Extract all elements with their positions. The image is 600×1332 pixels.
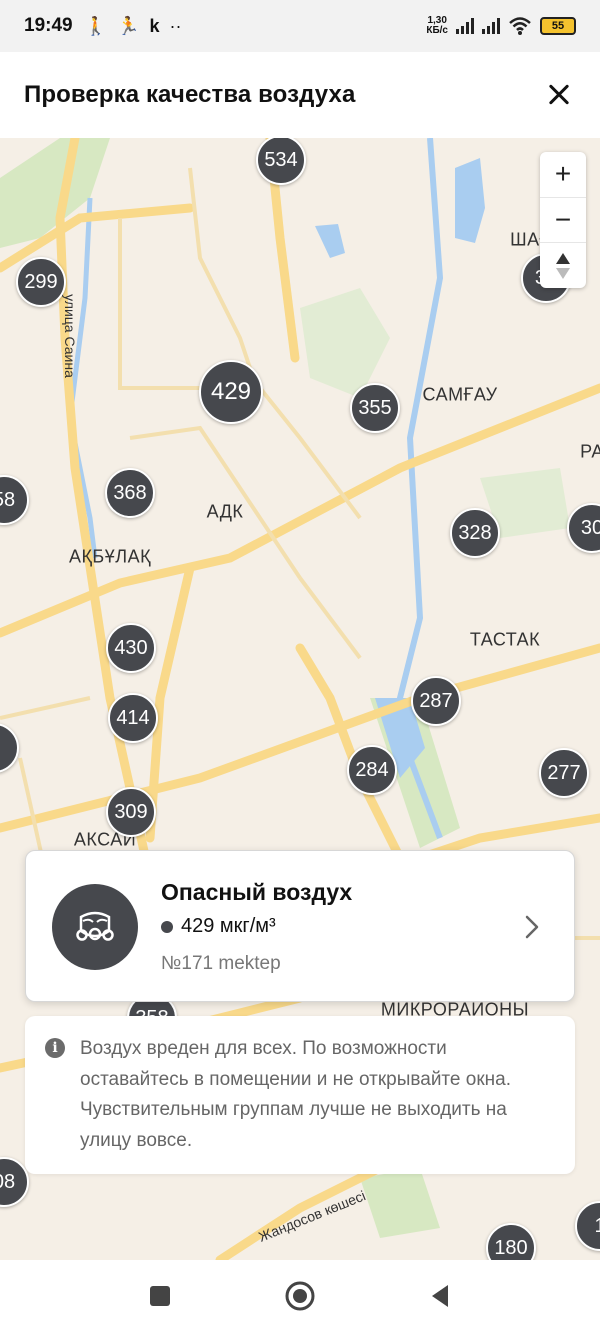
aqi-marker[interactable]: 368 xyxy=(105,468,155,518)
compass-button[interactable] xyxy=(540,243,586,288)
aqi-marker[interactable]: 309 xyxy=(106,787,156,837)
speed-unit: КБ/с xyxy=(426,25,448,36)
zoom-controls: + − xyxy=(540,152,586,288)
screen: 19:49 🚶 🏃 k ·· 1,30 КБ/с 55 Проверка кач… xyxy=(0,0,600,1332)
aqi-marker[interactable]: 277 xyxy=(539,748,589,798)
advice-text: Воздух вреден для всех. По возможности о… xyxy=(80,1038,511,1151)
lake xyxy=(455,158,485,243)
aqi-marker[interactable]: 284 xyxy=(347,745,397,795)
district-label: АДК xyxy=(206,501,244,522)
recent-apps-button[interactable] xyxy=(140,1276,180,1316)
network-speed: 1,30 КБ/с xyxy=(426,16,448,36)
zoom-out-button[interactable]: − xyxy=(540,198,586,244)
street-label: улица Саина xyxy=(61,294,78,378)
district-label: ТАСТАК xyxy=(469,629,541,650)
home-circle-icon xyxy=(285,1281,315,1311)
park-area xyxy=(360,1168,440,1238)
app-header: Проверка качества воздуха xyxy=(0,52,600,138)
home-button[interactable] xyxy=(280,1276,320,1316)
chevron-right-icon xyxy=(525,915,539,939)
station-name: №171 mektep xyxy=(161,953,281,974)
aqi-marker[interactable]: 299 xyxy=(16,257,66,307)
district-label: САМҒАУ xyxy=(422,384,498,405)
info-icon: i xyxy=(45,1038,65,1058)
square-icon xyxy=(150,1286,170,1306)
back-button[interactable] xyxy=(420,1276,460,1316)
aqi-marker[interactable]: 355 xyxy=(350,383,400,433)
back-triangle-icon xyxy=(432,1285,448,1307)
zoom-in-button[interactable]: + xyxy=(540,152,586,198)
aqi-marker[interactable]: 414 xyxy=(108,693,158,743)
air-quality-card[interactable]: Опасный воздух 429 мкг/м³ №171 mektep xyxy=(25,850,575,1002)
status-right: 1,30 КБ/с 55 xyxy=(426,16,576,36)
air-status-title: Опасный воздух xyxy=(161,879,353,905)
status-bar: 19:49 🚶 🏃 k ·· 1,30 КБ/с 55 xyxy=(0,0,600,52)
aqi-marker[interactable]: 328 xyxy=(450,508,500,558)
advice-panel: i Воздух вреден для всех. По возможности… xyxy=(25,1016,575,1174)
signal-2-icon xyxy=(482,18,500,34)
system-nav-bar xyxy=(0,1260,600,1332)
walking-icon: 🚶 xyxy=(84,15,108,36)
district-label: АҚБҰЛАҚ xyxy=(68,546,152,567)
gas-mask-icon xyxy=(52,884,138,970)
wifi-icon xyxy=(509,17,531,35)
air-value: 429 мкг/м³ xyxy=(161,915,276,938)
district-label: РА xyxy=(580,441,600,462)
close-icon[interactable] xyxy=(542,78,576,112)
running-icon: 🏃 xyxy=(117,15,140,36)
status-dot-icon xyxy=(161,920,173,933)
more-notifications-icon: ·· xyxy=(169,15,182,36)
status-time: 19:49 xyxy=(24,15,73,36)
compass-icon xyxy=(556,252,570,279)
signal-1-icon xyxy=(456,18,474,34)
park-area xyxy=(300,288,390,398)
aqi-marker[interactable]: 287 xyxy=(411,676,461,726)
air-value-text: 429 мкг/м³ xyxy=(181,915,276,937)
lake xyxy=(315,224,345,258)
battery-icon: 55 xyxy=(540,17,576,35)
aqi-marker[interactable]: 430 xyxy=(106,623,156,673)
aqi-marker-selected[interactable]: 429 xyxy=(199,360,263,424)
page-title: Проверка качества воздуха xyxy=(24,81,356,108)
k-app-icon: k xyxy=(149,15,160,36)
